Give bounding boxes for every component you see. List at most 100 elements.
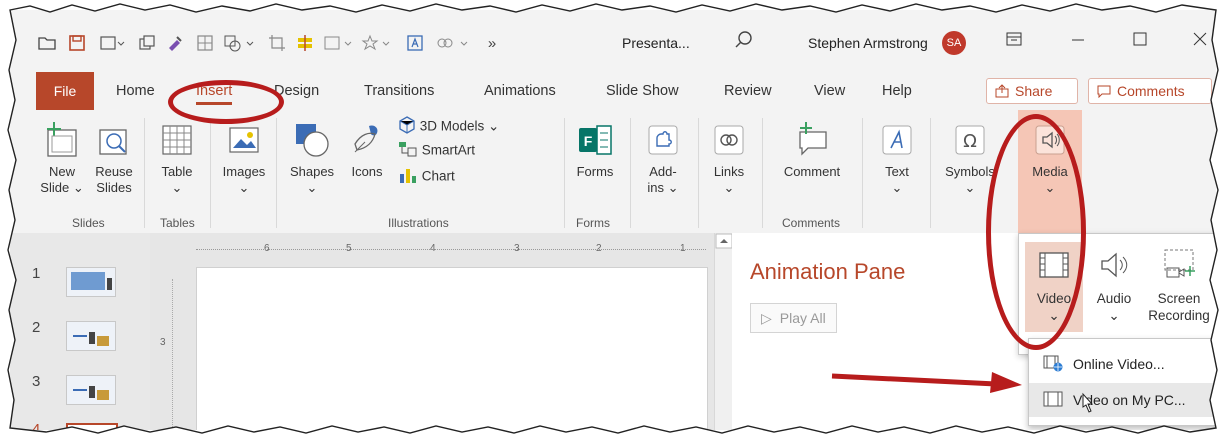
close-icon[interactable] <box>1192 32 1208 51</box>
play-icon: ▷ <box>761 309 772 326</box>
slide-editing-area: 6 5 4 3 2 1 3 <box>150 233 714 430</box>
group-label-tables: Tables <box>160 216 195 230</box>
scroll-up-icon[interactable] <box>715 233 733 249</box>
links-button[interactable]: Links ⌄ <box>704 120 754 196</box>
video-button[interactable]: Video ⌄ <box>1025 242 1083 332</box>
video-on-my-pc-label: Video on My PC... <box>1073 392 1186 408</box>
user-name[interactable]: Stephen Armstrong <box>808 35 928 51</box>
powerpoint-window: » Presenta... Stephen Armstrong SA File … <box>10 10 1216 430</box>
picture-quick-icon[interactable] <box>322 32 354 54</box>
tab-animations[interactable]: Animations <box>484 83 556 99</box>
icons-button[interactable]: Icons <box>344 120 390 180</box>
avatar[interactable]: SA <box>942 31 966 55</box>
tab-view[interactable]: View <box>814 83 845 99</box>
share-button[interactable]: Share <box>986 78 1078 104</box>
format-painter-icon[interactable] <box>164 32 186 54</box>
online-video-item[interactable]: Online Video... <box>1029 347 1216 381</box>
link-quick-icon[interactable] <box>434 32 470 54</box>
audio-chevron: ⌄ <box>1108 308 1120 323</box>
group-separator <box>630 118 631 228</box>
tab-home[interactable]: Home <box>116 83 155 99</box>
media-button[interactable]: Media ⌄ <box>1020 120 1080 196</box>
vertical-ruler: 3 <box>160 279 173 429</box>
shapes-quick-icon[interactable] <box>222 32 256 54</box>
tab-review[interactable]: Review <box>724 83 772 99</box>
screen-recording-button[interactable]: Screen Recording <box>1143 242 1215 324</box>
new-slide-label-2: Slide ⌄ <box>40 180 84 195</box>
maximize-icon[interactable] <box>1132 32 1148 51</box>
comment-button[interactable]: Comment <box>774 120 850 180</box>
reuse-slides-button[interactable]: Reuse Slides <box>90 120 138 196</box>
table-label: Table <box>161 164 193 179</box>
layout-icon[interactable] <box>194 32 216 54</box>
comments-button[interactable]: Comments <box>1088 78 1212 104</box>
slide-thumbnail-4[interactable] <box>66 423 118 430</box>
smartart-label: SmartArt <box>421 142 476 158</box>
vertical-scrollbar[interactable] <box>714 233 733 430</box>
slide-number: 3 <box>32 373 41 390</box>
audio-label: Audio <box>1096 291 1132 306</box>
search-icon[interactable] <box>734 30 754 55</box>
slide-thumbnail-3[interactable] <box>66 375 116 405</box>
animation-pane-title: Animation Pane <box>750 259 906 284</box>
new-slide-quick-icon[interactable] <box>98 32 126 54</box>
audio-button[interactable]: Audio ⌄ <box>1089 242 1139 324</box>
tab-help[interactable]: Help <box>882 83 912 99</box>
group-separator <box>698 118 699 228</box>
text-button[interactable]: Text ⌄ <box>872 120 922 196</box>
forms-button[interactable]: F Forms <box>570 120 620 180</box>
smartart-button[interactable]: SmartArt <box>398 140 548 162</box>
play-all-button[interactable]: ▷ Play All <box>750 303 837 333</box>
share-label: Share <box>1015 83 1053 99</box>
tab-transitions[interactable]: Transitions <box>364 83 434 99</box>
copy-icon[interactable] <box>136 32 158 54</box>
save-icon[interactable] <box>66 32 88 54</box>
open-folder-icon[interactable] <box>36 32 58 54</box>
addins-button[interactable]: Add- ins ⌄ <box>636 120 690 196</box>
3d-models-label: 3D Models <box>419 118 485 134</box>
star-quick-icon[interactable] <box>360 32 392 54</box>
comment-label: Comment <box>783 164 841 179</box>
comments-label: Comments <box>1117 83 1185 99</box>
crop-icon[interactable] <box>266 32 288 54</box>
textbox-quick-icon[interactable] <box>404 32 426 54</box>
shapes-button[interactable]: Shapes ⌄ <box>284 120 340 196</box>
forms-icon: F <box>570 120 620 160</box>
table-button[interactable]: Table ⌄ <box>152 120 202 196</box>
align-icon[interactable] <box>294 32 316 54</box>
overflow-chevron[interactable]: » <box>484 32 500 54</box>
share-icon <box>995 84 1009 98</box>
video-on-my-pc-item[interactable]: Video on My PC... <box>1029 383 1216 417</box>
ribbon-tabs: File Home Insert Design Transitions Anim… <box>10 72 1216 110</box>
ribbon-display-icon[interactable] <box>1006 32 1022 51</box>
images-button[interactable]: Images ⌄ <box>218 120 270 196</box>
images-label: Images <box>222 164 266 179</box>
minimize-icon[interactable] <box>1070 32 1086 51</box>
tab-insert[interactable]: Insert <box>196 83 233 105</box>
table-icon <box>152 120 202 160</box>
tab-slide-show[interactable]: Slide Show <box>606 83 679 99</box>
symbols-button[interactable]: Ω Symbols ⌄ <box>940 120 1000 196</box>
tab-file[interactable]: File <box>36 72 94 110</box>
link-icon <box>704 120 754 160</box>
group-separator <box>762 118 763 228</box>
group-separator <box>210 118 211 228</box>
slide-thumbnails-panel[interactable]: 1 2 3 4 <box>10 233 151 430</box>
video-chevron: ⌄ <box>1048 308 1060 323</box>
screen-recording-icon <box>1161 248 1197 284</box>
slide-number: 4 <box>32 421 41 430</box>
new-slide-button[interactable]: New Slide ⌄ <box>40 120 84 196</box>
chart-button[interactable]: Chart <box>398 166 548 188</box>
tab-design[interactable]: Design <box>274 83 319 99</box>
reuse-slides-label-2: Slides <box>96 180 132 195</box>
3d-models-button[interactable]: 3D Models ⌄ <box>398 116 548 138</box>
screen-recording-label-2: Recording <box>1148 308 1210 323</box>
online-video-icon <box>1043 354 1063 375</box>
slide-thumbnail-2[interactable] <box>66 321 116 351</box>
text-chevron: ⌄ <box>891 180 903 195</box>
document-title[interactable]: Presenta... <box>622 35 690 51</box>
slide-thumbnail-1[interactable] <box>66 267 116 297</box>
shapes-icon <box>284 120 340 160</box>
group-label-slides: Slides <box>72 216 105 230</box>
slide-canvas[interactable] <box>196 267 708 430</box>
